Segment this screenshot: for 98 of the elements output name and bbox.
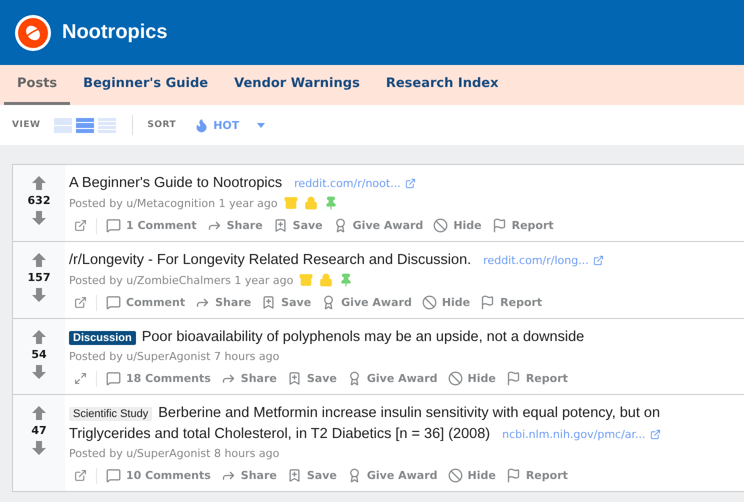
award-button[interactable]: Give Award bbox=[342, 369, 443, 388]
hide-button[interactable]: Hide bbox=[416, 293, 476, 312]
sort-label: SORT bbox=[147, 120, 176, 130]
award-button[interactable]: Give Award bbox=[342, 466, 443, 485]
upvote-button[interactable] bbox=[31, 329, 47, 345]
sort-dropdown[interactable]: HOT bbox=[188, 116, 272, 134]
flag-icon bbox=[506, 371, 521, 386]
save-button[interactable]: Save bbox=[268, 216, 328, 235]
lock-icon bbox=[319, 273, 334, 287]
upvote-icon bbox=[31, 329, 47, 345]
archive-icon bbox=[299, 273, 314, 287]
hide-icon bbox=[448, 371, 463, 386]
comment-icon bbox=[106, 295, 121, 310]
external-link-icon bbox=[74, 296, 87, 309]
nav-tab[interactable]: Beginner's Guide bbox=[70, 65, 222, 105]
hide-button[interactable]: Hide bbox=[442, 466, 501, 485]
downvote-button[interactable] bbox=[31, 287, 47, 303]
expand-icon bbox=[74, 372, 87, 385]
upvote-icon bbox=[31, 175, 47, 191]
post-title[interactable]: Poor bioavailability of polyphenols may be an upside, not a downside bbox=[142, 327, 584, 348]
lock-icon bbox=[304, 196, 318, 210]
bookmark-icon bbox=[286, 371, 302, 386]
post-flair: Discussion bbox=[69, 330, 136, 344]
nav-tab[interactable]: Research Index bbox=[372, 65, 512, 105]
comment-icon bbox=[106, 371, 121, 386]
comment-icon bbox=[106, 468, 121, 483]
report-button[interactable]: Report bbox=[486, 216, 559, 235]
hide-icon bbox=[448, 468, 463, 483]
post-flair: Scientific Study bbox=[69, 406, 152, 420]
report-button[interactable]: Report bbox=[475, 293, 548, 312]
comment-button[interactable]: 18 Comments bbox=[101, 369, 216, 388]
bookmark-icon bbox=[261, 295, 276, 310]
upvote-button[interactable] bbox=[31, 405, 47, 421]
bookmark-icon bbox=[286, 468, 302, 483]
comment-button[interactable]: 1 Comment bbox=[101, 216, 202, 235]
share-button[interactable]: Share bbox=[190, 293, 256, 312]
save-button[interactable]: Save bbox=[256, 293, 316, 312]
nav-tab[interactable]: Vendor Warnings bbox=[221, 65, 373, 105]
comment-button[interactable]: Comment bbox=[101, 293, 190, 312]
downvote-button[interactable] bbox=[31, 440, 47, 456]
external-link-icon bbox=[74, 469, 87, 482]
view-label: VIEW bbox=[12, 120, 40, 130]
caret-icon bbox=[257, 122, 266, 128]
report-button[interactable]: Report bbox=[500, 466, 573, 485]
share-button[interactable]: Share bbox=[202, 216, 268, 235]
share-button[interactable]: Share bbox=[216, 369, 282, 388]
post-title[interactable]: Berberine and Metformin increase insulin sensitivity with equal potency, but on bbox=[158, 403, 660, 424]
external-link-icon bbox=[650, 429, 661, 440]
domain-link[interactable]: reddit.com/r/noot... bbox=[294, 177, 416, 190]
upvote-icon bbox=[31, 252, 47, 268]
share-button[interactable]: Share bbox=[216, 466, 282, 485]
post-title[interactable]: A Beginner's Guide to Nootropics bbox=[69, 173, 282, 194]
post-meta: Posted by u/ZombieChalmers 1 year ago bbox=[69, 274, 294, 286]
external-link-icon bbox=[74, 219, 87, 232]
hide-button[interactable]: Hide bbox=[428, 216, 487, 235]
post-title[interactable]: /r/Longevity - For Longevity Related Research and Discussion. bbox=[69, 250, 472, 271]
upvote-button[interactable] bbox=[31, 252, 47, 268]
downvote-button[interactable] bbox=[31, 210, 47, 226]
comment-button[interactable]: 10 Comments bbox=[101, 466, 216, 485]
award-button[interactable]: Give Award bbox=[328, 216, 428, 235]
vote-count: 632 bbox=[28, 194, 50, 207]
hide-icon bbox=[433, 218, 448, 233]
archive-icon bbox=[284, 196, 298, 210]
domain-link[interactable]: ncbi.nlm.nih.gov/pmc/ar... bbox=[502, 428, 661, 441]
domain-link[interactable]: reddit.com/r/long... bbox=[483, 254, 604, 267]
flag-icon bbox=[492, 218, 507, 233]
report-button[interactable]: Report bbox=[500, 369, 573, 388]
upvote-icon bbox=[31, 405, 47, 421]
save-button[interactable]: Save bbox=[282, 466, 342, 485]
downvote-button[interactable] bbox=[31, 364, 47, 380]
flag-icon bbox=[480, 295, 496, 310]
view-mode-button[interactable] bbox=[74, 118, 96, 132]
upvote-button[interactable] bbox=[31, 175, 47, 191]
flag-icon bbox=[506, 468, 521, 483]
downvote-icon bbox=[31, 210, 47, 226]
vote-count: 54 bbox=[31, 348, 47, 361]
post-title[interactable]: Triglycerides and total Cholesterol, in T2 Diabetics [n = 36] (2008) bbox=[69, 424, 490, 445]
downvote-icon bbox=[31, 364, 47, 380]
external-link-icon bbox=[404, 178, 416, 189]
award-button[interactable]: Give Award bbox=[316, 293, 417, 312]
post-meta: Posted by u/SuperAgonist 7 hours ago bbox=[69, 350, 280, 363]
hide-icon bbox=[422, 295, 437, 310]
post-meta: Posted by u/SuperAgonist 8 hours ago bbox=[69, 447, 280, 460]
hide-button[interactable]: Hide bbox=[442, 369, 501, 388]
bookmark-icon bbox=[272, 218, 288, 233]
downvote-icon bbox=[31, 287, 47, 303]
vote-count: 47 bbox=[31, 424, 47, 437]
flame-icon bbox=[194, 118, 210, 132]
save-button[interactable]: Save bbox=[282, 369, 342, 388]
subreddit-logo bbox=[14, 14, 52, 52]
pin-icon bbox=[324, 196, 338, 210]
pin-icon bbox=[339, 273, 354, 287]
external-link-icon bbox=[592, 255, 604, 266]
downvote-icon bbox=[31, 440, 47, 456]
post-meta: Posted by u/Metacognition 1 year ago bbox=[69, 196, 278, 210]
vote-count: 157 bbox=[28, 271, 50, 284]
subreddit-title: Nootropics bbox=[62, 21, 168, 44]
comment-icon bbox=[106, 218, 121, 233]
